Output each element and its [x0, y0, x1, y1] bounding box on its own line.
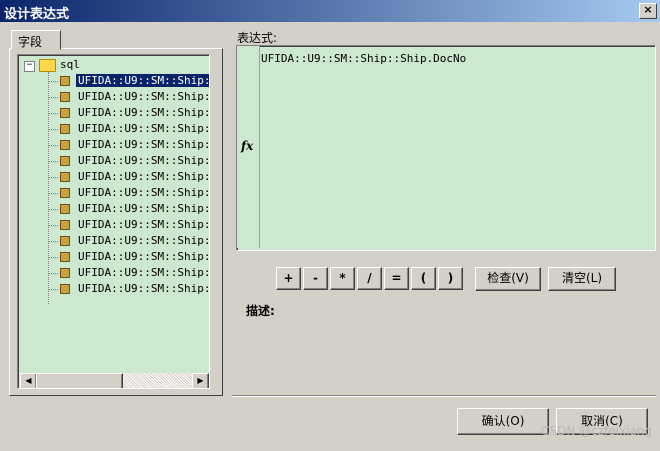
- ok-button[interactable]: 确认(O): [457, 408, 549, 435]
- tab-fields[interactable]: 字段: [11, 30, 61, 50]
- tree-field-label: UFIDA::U9::SM::Ship::S: [78, 266, 209, 279]
- field-icon: [60, 156, 70, 166]
- expression-text[interactable]: UFIDA::U9::SM::Ship::Ship.DocNo: [261, 52, 466, 65]
- tree-field-item[interactable]: UFIDA::U9::SM::Ship::S: [48, 153, 209, 169]
- tree-connector: [48, 160, 58, 162]
- tree-field-item[interactable]: UFIDA::U9::SM::Ship::S: [48, 265, 209, 281]
- tree-field-label: UFIDA::U9::SM::Ship::S: [78, 170, 209, 183]
- tree-connector: [48, 208, 58, 210]
- op-minus-button[interactable]: -: [303, 267, 328, 290]
- watermark: CSDN @czfeixiang: [541, 424, 652, 438]
- field-icon: [60, 92, 70, 102]
- expression-editor[interactable]: fx UFIDA::U9::SM::Ship::Ship.DocNo: [236, 45, 656, 251]
- op-equals-button[interactable]: =: [384, 267, 409, 290]
- clear-button[interactable]: 清空(L): [548, 267, 616, 291]
- check-button[interactable]: 检查(V): [475, 267, 541, 291]
- field-tree[interactable]: − sql UFIDA::U9::SM::Ship::SUFIDA::U9::S…: [17, 54, 210, 389]
- field-icon: [60, 236, 70, 246]
- tree-connector: [48, 112, 58, 114]
- tree-root-label: sql: [60, 58, 80, 71]
- tree-field-label: UFIDA::U9::SM::Ship::S: [78, 138, 209, 151]
- folder-icon: [39, 59, 56, 72]
- fx-gutter: fx: [237, 46, 260, 248]
- field-icon: [60, 140, 70, 150]
- field-icon: [60, 172, 70, 182]
- tree-field-item[interactable]: UFIDA::U9::SM::Ship::S: [48, 201, 209, 217]
- fx-icon: fx: [241, 139, 254, 153]
- tree-field-label: UFIDA::U9::SM::Ship::S: [78, 202, 209, 215]
- field-icon: [60, 268, 70, 278]
- op-open-paren-button[interactable]: (: [411, 267, 436, 290]
- window-title: 设计表达式: [4, 7, 70, 22]
- tree-connector: [48, 288, 58, 290]
- tree-field-label: UFIDA::U9::SM::Ship::S: [78, 90, 209, 103]
- tree-field-item[interactable]: UFIDA::U9::SM::Ship::S: [48, 137, 209, 153]
- tree-connector: [48, 80, 58, 82]
- tree-field-label: UFIDA::U9::SM::Ship::S: [78, 218, 209, 231]
- field-icon: [60, 204, 70, 214]
- tree-field-label: UFIDA::U9::SM::Ship::S: [78, 154, 209, 167]
- tree-connector: [48, 272, 58, 274]
- close-button[interactable]: ×: [639, 3, 657, 19]
- tree-horizontal-scrollbar[interactable]: ◀ ▶: [20, 373, 209, 388]
- tree-field-label: UFIDA::U9::SM::Ship::S: [78, 282, 209, 295]
- tree-field-label: UFIDA::U9::SM::Ship::S: [78, 106, 209, 119]
- expression-label: 表达式:: [237, 31, 278, 45]
- op-divide-button[interactable]: /: [357, 267, 382, 290]
- tree-root[interactable]: − sql: [18, 57, 208, 73]
- tree-field-item[interactable]: UFIDA::U9::SM::Ship::S: [48, 217, 209, 233]
- tree-field-item[interactable]: UFIDA::U9::SM::Ship::S: [48, 185, 209, 201]
- op-plus-button[interactable]: +: [276, 267, 301, 290]
- tree-field-item[interactable]: UFIDA::U9::SM::Ship::S: [48, 89, 209, 105]
- tree-field-item[interactable]: UFIDA::U9::SM::Ship::S: [48, 121, 209, 137]
- tree-connector: [48, 240, 58, 242]
- tree-field-item[interactable]: UFIDA::U9::SM::Ship::S: [48, 73, 209, 89]
- tree-connector: [48, 256, 58, 258]
- tree-field-label: UFIDA::U9::SM::Ship::S: [78, 186, 209, 199]
- tree-connector: [48, 96, 58, 98]
- description-label: 描述:: [246, 304, 275, 318]
- tree-field-item[interactable]: UFIDA::U9::SM::Ship::S: [48, 233, 209, 249]
- scroll-left-button[interactable]: ◀: [20, 373, 37, 388]
- tree-connector: [48, 192, 58, 194]
- footer-divider: [232, 395, 656, 397]
- title-bar: 设计表达式 ×: [0, 0, 660, 22]
- field-icon: [60, 76, 70, 86]
- tree-field-item[interactable]: UFIDA::U9::SM::Ship::S: [48, 281, 209, 297]
- tree-field-label: UFIDA::U9::SM::Ship::S: [78, 234, 209, 247]
- tab-fields-label: 字段: [18, 35, 43, 49]
- tree-connector: [48, 224, 58, 226]
- tree-field-item[interactable]: UFIDA::U9::SM::Ship::S: [48, 105, 209, 121]
- scroll-right-button[interactable]: ▶: [192, 373, 209, 388]
- tree-connector: [48, 176, 58, 178]
- tree-field-label: UFIDA::U9::SM::Ship::S: [78, 122, 209, 135]
- op-close-paren-button[interactable]: ): [438, 267, 463, 290]
- tree-connector: [48, 144, 58, 146]
- tree-field-label: UFIDA::U9::SM::Ship::S: [76, 74, 209, 87]
- field-icon: [60, 124, 70, 134]
- field-icon: [60, 108, 70, 118]
- tree-viewport: − sql UFIDA::U9::SM::Ship::SUFIDA::U9::S…: [18, 55, 209, 373]
- op-multiply-button[interactable]: *: [330, 267, 355, 290]
- tree-field-item[interactable]: UFIDA::U9::SM::Ship::S: [48, 169, 209, 185]
- scrollbar-thumb[interactable]: [36, 373, 123, 388]
- tree-field-label: UFIDA::U9::SM::Ship::S: [78, 250, 209, 263]
- field-icon: [60, 220, 70, 230]
- collapse-icon[interactable]: −: [24, 61, 35, 72]
- field-icon: [60, 188, 70, 198]
- field-icon: [60, 252, 70, 262]
- field-icon: [60, 284, 70, 294]
- tree-connector: [48, 128, 58, 130]
- tree-field-item[interactable]: UFIDA::U9::SM::Ship::S: [48, 249, 209, 265]
